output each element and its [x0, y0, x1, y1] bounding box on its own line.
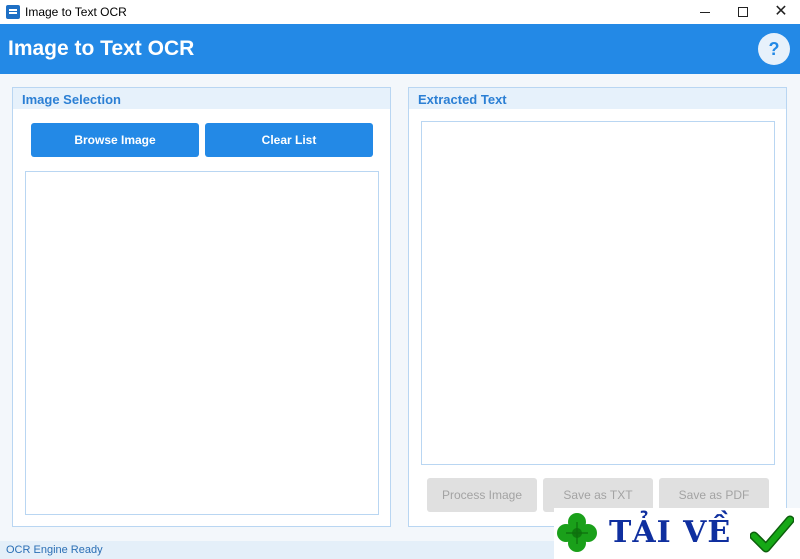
watermark-text: TẢI VỀ	[609, 515, 732, 550]
extracted-text-area[interactable]	[421, 121, 775, 465]
help-button[interactable]: ?	[758, 33, 790, 65]
minimize-button[interactable]	[686, 0, 724, 24]
maximize-icon	[738, 7, 748, 17]
image-list[interactable]	[25, 171, 379, 515]
panel-title: Extracted Text	[418, 92, 507, 107]
watermark-logo: TẢI VỀ	[554, 508, 800, 559]
clear-list-button[interactable]: Clear List	[205, 123, 373, 157]
clover-icon	[557, 513, 597, 552]
maximize-button[interactable]	[724, 0, 762, 24]
status-text: OCR Engine Ready	[6, 544, 103, 556]
app-icon	[6, 5, 20, 19]
panel-title: Image Selection	[22, 92, 121, 107]
app-header: Image to Text OCR	[0, 24, 800, 74]
save-pdf-button[interactable]: Save as PDF	[659, 478, 769, 512]
extracted-text-panel: Extracted Text Process Image Save as TXT…	[408, 87, 787, 527]
checkmark-icon	[750, 515, 794, 553]
process-image-button[interactable]: Process Image	[427, 478, 537, 512]
close-button[interactable]: ✕	[762, 0, 800, 24]
page-title: Image to Text OCR	[8, 37, 195, 60]
panel-header: Image Selection	[13, 88, 390, 109]
minimize-icon	[700, 11, 710, 13]
title-bar: Image to Text OCR ✕	[0, 0, 800, 24]
browse-image-button[interactable]: Browse Image	[31, 123, 199, 157]
save-txt-button[interactable]: Save as TXT	[543, 478, 653, 512]
close-icon: ✕	[774, 3, 788, 20]
window-title: Image to Text OCR	[25, 5, 127, 19]
panel-header: Extracted Text	[409, 88, 786, 109]
image-selection-panel: Image Selection Browse Image Clear List	[12, 87, 391, 527]
